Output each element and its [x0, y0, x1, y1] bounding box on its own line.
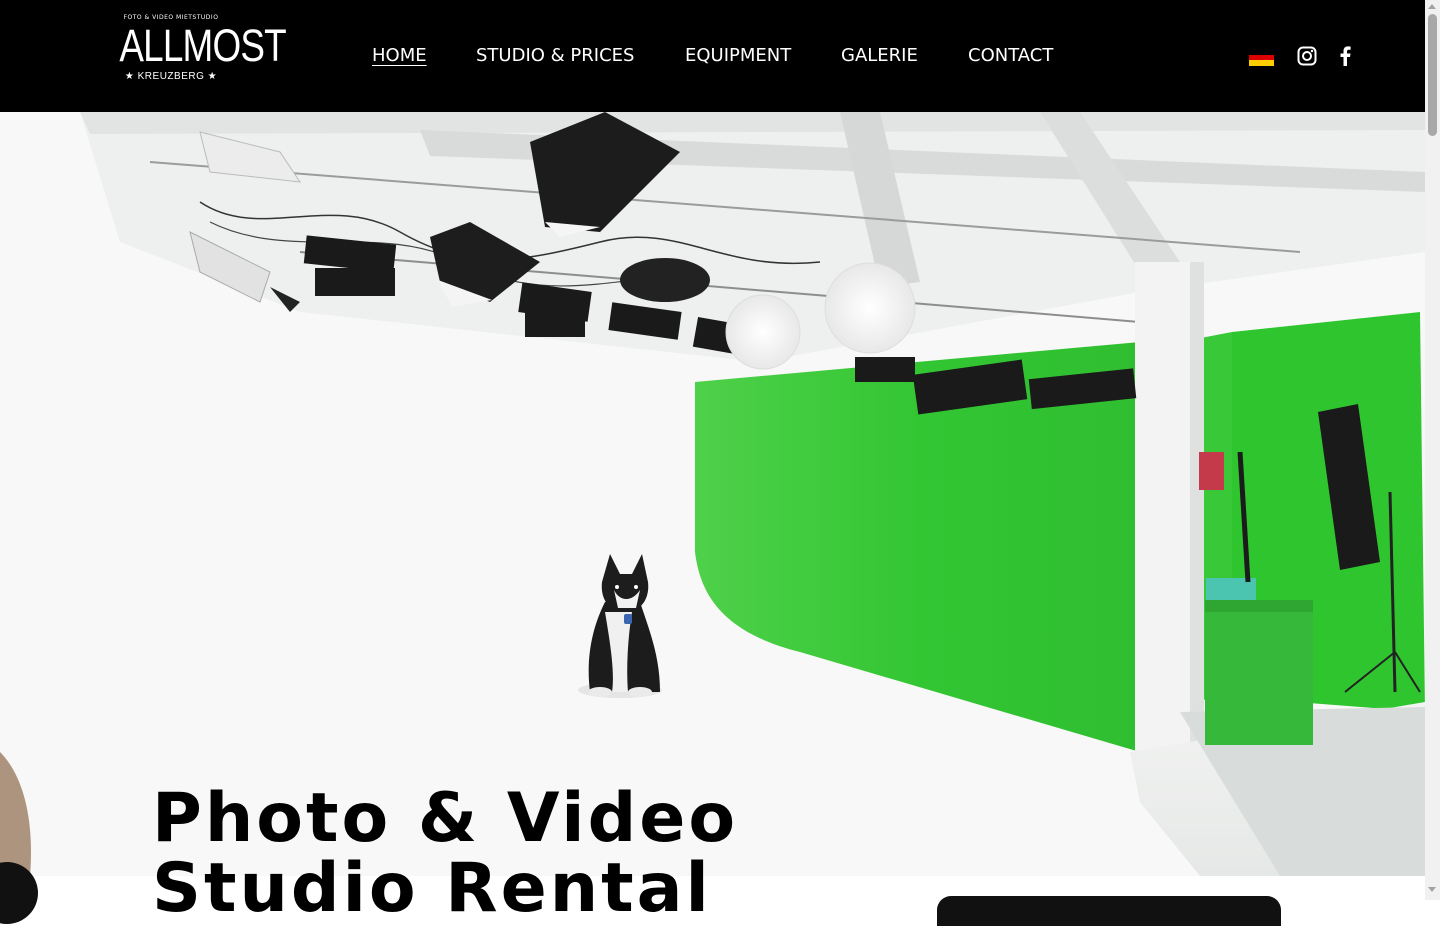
nav-equipment[interactable]: EQUIPMENT — [685, 42, 791, 70]
top-navbar: FOTO & VIDEO MIETSTUDIO ALLMOST ★ KREUZB… — [0, 0, 1425, 112]
instagram-icon[interactable] — [1295, 44, 1319, 68]
nav-contact[interactable]: CONTACT — [968, 42, 1053, 70]
page-scrollbar[interactable] — [1425, 0, 1440, 900]
german-flag-icon[interactable] — [1249, 49, 1274, 66]
nav-studio-prices[interactable]: STUDIO & PRICES — [476, 42, 634, 70]
hero-headline: Photo & Video Studio Rental — [152, 779, 739, 928]
scrollbar-thumb[interactable] — [1428, 14, 1437, 136]
logo-wordmark: ALLMOST — [119, 20, 286, 71]
scroll-down-arrow-icon[interactable] — [1428, 887, 1436, 892]
logo-location: ★ KREUZBERG ★ — [124, 71, 218, 82]
scroll-up-arrow-icon[interactable] — [1428, 4, 1436, 9]
booking-widget-tab[interactable] — [937, 896, 1281, 926]
facebook-icon[interactable] — [1333, 44, 1357, 68]
brand-logo[interactable]: FOTO & VIDEO MIETSTUDIO ALLMOST ★ KREUZB… — [108, 14, 286, 94]
hero-studio-photo — [0, 112, 1425, 876]
nav-galerie[interactable]: GALERIE — [841, 42, 918, 70]
nav-home[interactable]: HOME — [372, 42, 427, 70]
studio-photo-illustration — [0, 112, 1425, 876]
